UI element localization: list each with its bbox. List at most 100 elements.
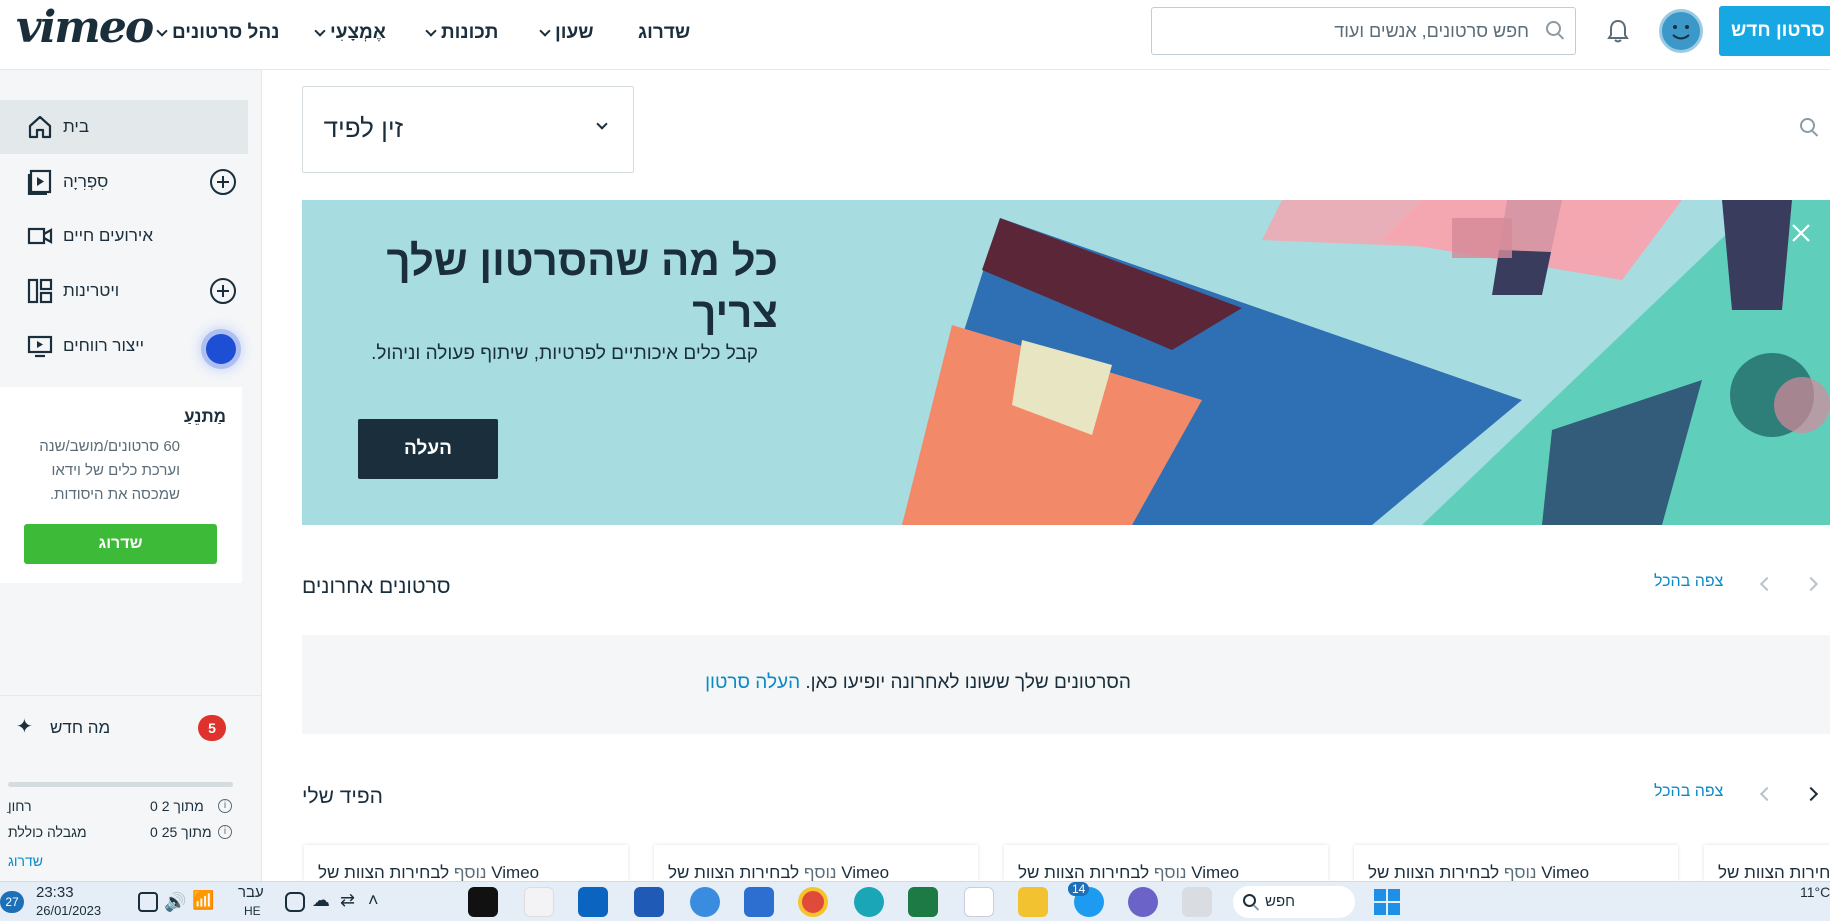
- search-input[interactable]: [1169, 8, 1529, 54]
- nav-upgrade[interactable]: שדרוג: [638, 22, 690, 44]
- upload-video-link[interactable]: העלה סרטון: [705, 672, 800, 693]
- sparkle-icon: ✦: [16, 716, 33, 738]
- sidebar-item-label: בית: [63, 117, 89, 136]
- info-icon[interactable]: i: [218, 825, 232, 839]
- chevron-down-icon: [314, 24, 326, 37]
- wifi-icon[interactable]: 📶: [192, 890, 214, 910]
- feed-card-brand: Vimeo: [1541, 863, 1590, 881]
- feed-card-text: Vimeo נוסף לבחירות הצוות של: [318, 863, 539, 881]
- sidebar-item-showcases[interactable]: ויטרינות: [0, 264, 248, 318]
- word-icon[interactable]: [634, 887, 664, 917]
- sidebar-item-label: סִפְרִיָה: [63, 172, 109, 191]
- feed-card[interactable]: Vimeo נוסף לבחירות הצוות של: [654, 845, 978, 881]
- clock-time[interactable]: 23:33: [36, 884, 74, 901]
- task-view-icon[interactable]: [1182, 887, 1212, 917]
- itunes-icon[interactable]: [524, 887, 554, 917]
- close-icon[interactable]: [1790, 222, 1812, 244]
- store-icon[interactable]: [744, 887, 774, 917]
- feed-card-text: לבחירות הצוות של: [1718, 863, 1830, 881]
- nav-features[interactable]: תכונות: [425, 22, 499, 44]
- chevron-right-icon[interactable]: [1759, 576, 1775, 592]
- smiley-face-icon: [1672, 25, 1690, 40]
- library-icon: [27, 169, 52, 195]
- sidebar-item-live-events[interactable]: אירועים חיים: [0, 209, 248, 263]
- excel-icon[interactable]: [908, 887, 938, 917]
- feed-card-muted: נוסף: [1153, 863, 1187, 881]
- clock-date[interactable]: 26/01/2023: [36, 903, 101, 918]
- nav-tools[interactable]: אֶמְצָעִי: [314, 22, 386, 44]
- chevron-down-icon: [425, 24, 437, 37]
- windows-logo-icon: [1374, 889, 1400, 915]
- outlook-icon[interactable]: [578, 887, 608, 917]
- chevron-right-icon[interactable]: [1759, 786, 1775, 802]
- notification-count-badge[interactable]: 27: [0, 891, 24, 913]
- feed-see-all-link[interactable]: צפה בהכל: [1654, 783, 1723, 801]
- teams-icon[interactable]: [1128, 887, 1158, 917]
- feed-card[interactable]: לבחירות הצוות של: [1704, 845, 1830, 881]
- windows-start-icon[interactable]: [1372, 887, 1402, 917]
- add-library-icon[interactable]: [210, 169, 236, 195]
- bell-icon[interactable]: [1607, 19, 1629, 43]
- top-header: vimeo נהל סרטונים אֶמְצָעִי תכונות שעון …: [0, 0, 1830, 70]
- empty-state-message: הסרטונים שלך ששונו לאחרונה יופיעו כאן. ה…: [302, 672, 1534, 694]
- feed-card-text: Vimeo נוסף לבחירות הצוות של: [1368, 863, 1589, 881]
- chevron-left-icon[interactable]: [1803, 576, 1819, 592]
- search-icon: [1243, 894, 1256, 907]
- banner-illustration: [902, 200, 1830, 525]
- feed-card[interactable]: Vimeo נוסף לבחירות הצוות של: [1354, 845, 1678, 881]
- home-icon: [28, 115, 52, 139]
- settings-sliders-icon[interactable]: ⇄: [340, 890, 360, 910]
- new-video-button[interactable]: סרטון חדש: [1719, 6, 1830, 56]
- feed-card[interactable]: Vimeo נוסף לבחירות הצוות של: [304, 845, 628, 881]
- cloud-icon[interactable]: ☁: [312, 890, 332, 910]
- quota-name: מגבלה כוללת: [8, 824, 87, 840]
- nav-watch[interactable]: שעון: [539, 22, 594, 44]
- feed-card-text: Vimeo נוסף לבחירות הצוות של: [668, 863, 889, 881]
- tiktok-icon[interactable]: [468, 887, 498, 917]
- vimeo-logo[interactable]: vimeo: [16, 2, 154, 53]
- battery-icon[interactable]: [138, 892, 158, 912]
- info-icon[interactable]: i: [218, 799, 232, 813]
- feed-card-rest: לבחירות הצוות של: [668, 863, 800, 881]
- search-box[interactable]: [1151, 7, 1576, 55]
- feed-card-rest: לבחירות הצוות של: [318, 863, 450, 881]
- feed-card-rest: לבחירות הצוות של: [1018, 863, 1150, 881]
- chevron-up-icon[interactable]: ˄: [368, 890, 388, 910]
- taskbar-search[interactable]: חפש: [1233, 886, 1355, 918]
- chevron-left-icon[interactable]: [1803, 786, 1819, 802]
- taskbar-search-label: חפש: [1265, 893, 1295, 910]
- nav-manage-videos[interactable]: נהל סרטונים: [156, 22, 279, 44]
- feed-dropdown[interactable]: זין לפיד: [302, 86, 634, 173]
- feed-card-brand: Vimeo: [841, 863, 890, 881]
- language-sub[interactable]: HE: [244, 904, 261, 918]
- upload-button[interactable]: העלה: [358, 419, 498, 479]
- speaker-icon[interactable]: 🔊: [164, 892, 186, 912]
- folder-icon[interactable]: [1018, 887, 1048, 917]
- add-showcase-icon[interactable]: [210, 278, 236, 304]
- recent-see-all-link[interactable]: צפה בהכל: [1654, 573, 1723, 591]
- chat-icon[interactable]: [690, 887, 720, 917]
- edge-icon[interactable]: [854, 887, 884, 917]
- avatar[interactable]: [1659, 9, 1703, 53]
- language-indicator[interactable]: עבר: [238, 884, 264, 901]
- feed-card[interactable]: Vimeo נוסף לבחירות הצוות של: [1004, 845, 1328, 881]
- search-icon[interactable]: [1546, 21, 1561, 36]
- feed-card-rest: לבחירות הצוות של: [1718, 863, 1830, 881]
- banner-subtitle: קבל כלים איכותיים לפרטיות, שיתוף פעולה ו…: [371, 343, 758, 364]
- plan-upgrade-button[interactable]: שדרוג: [24, 524, 217, 564]
- plan-title: מַתנֵעַ: [183, 407, 226, 426]
- divider: [0, 695, 262, 696]
- sidebar: בית סִפְרִיָה אירועים חיים ויטרינות ייצו…: [0, 70, 262, 881]
- feed-card-brand: Vimeo: [491, 863, 540, 881]
- nav-features-label: תכונות: [441, 22, 499, 43]
- sidebar-item-library[interactable]: סִפְרִיָה: [0, 155, 248, 209]
- empty-state-text: הסרטונים שלך ששונו לאחרונה יופיעו כאן.: [805, 672, 1131, 693]
- search-icon[interactable]: [1800, 118, 1815, 133]
- app-tray-icon[interactable]: [285, 892, 305, 912]
- sidebar-item-home[interactable]: בית: [0, 100, 248, 154]
- weather-temperature[interactable]: 11°C: [1800, 884, 1830, 900]
- quota-upgrade-link[interactable]: שדרוג: [8, 853, 43, 869]
- chevron-down-icon: [596, 118, 608, 130]
- chrome-icon[interactable]: [798, 887, 828, 917]
- app-icon[interactable]: [964, 887, 994, 917]
